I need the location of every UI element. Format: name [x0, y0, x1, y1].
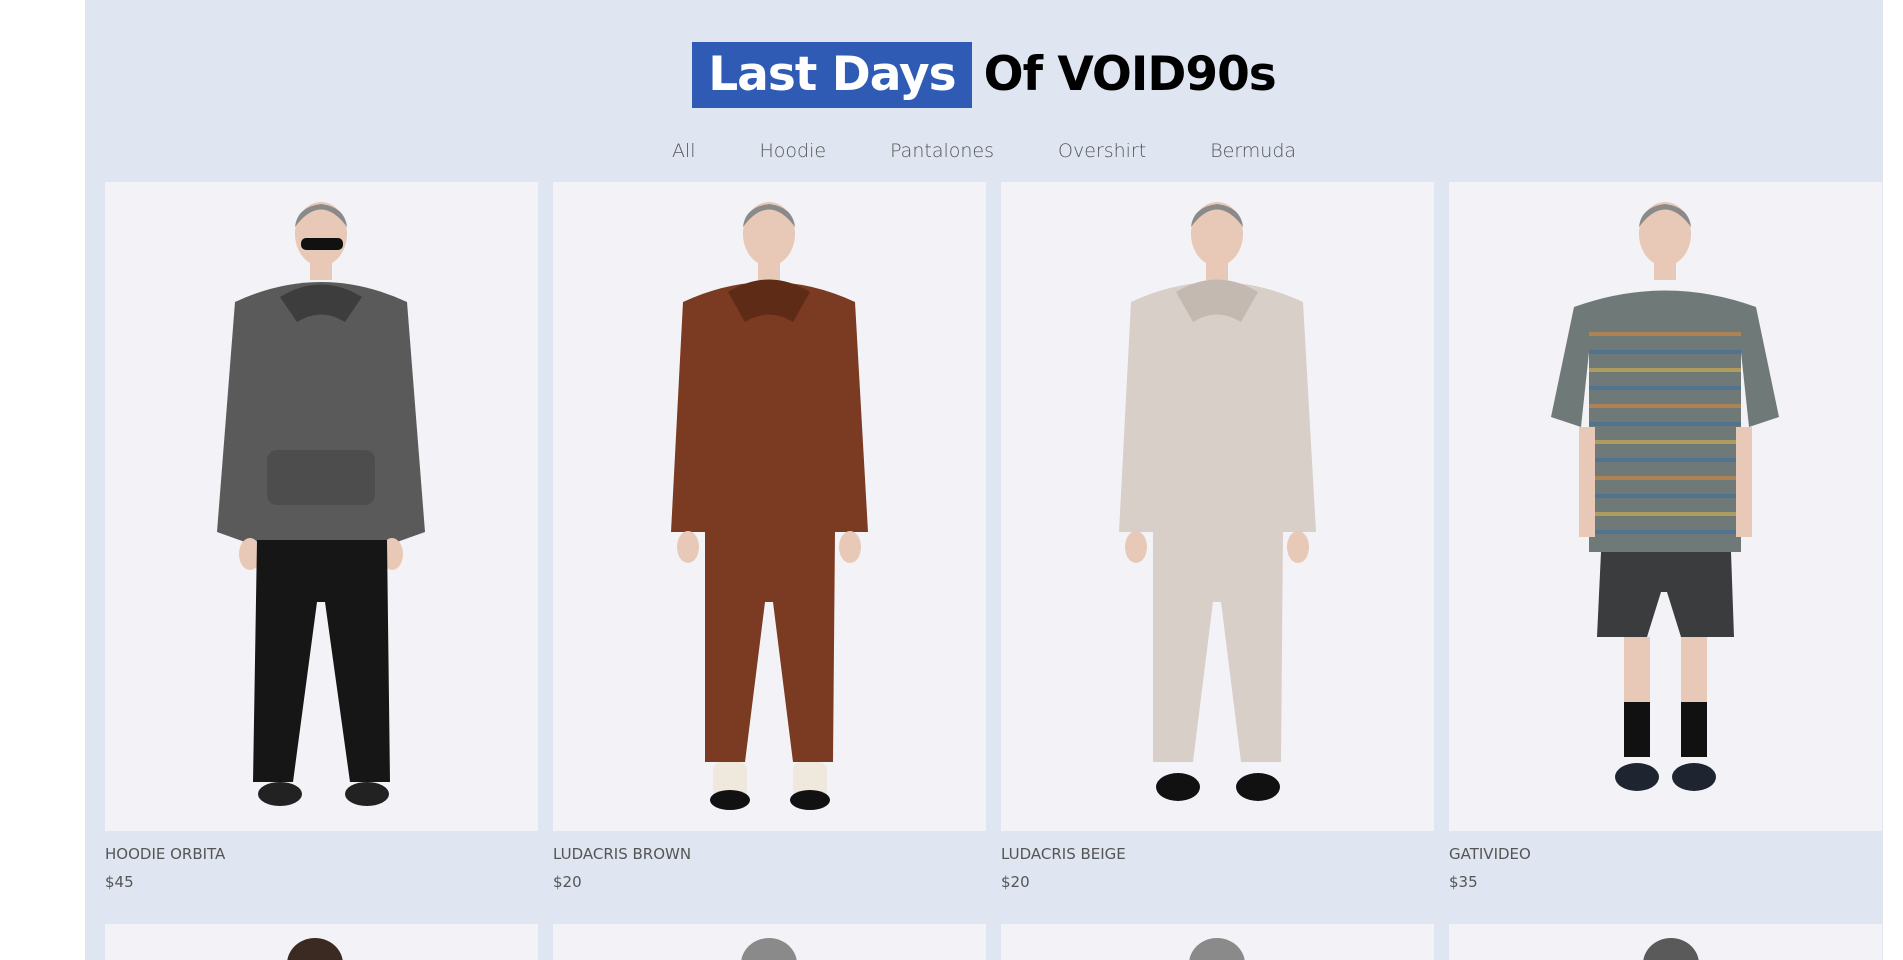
product-image[interactable]	[553, 182, 986, 831]
product-price: $35	[1449, 873, 1478, 891]
heading-highlight: Last Days	[692, 42, 972, 108]
product-price: $45	[105, 873, 134, 891]
product-card[interactable]: LUDACRIS BEIGE $20	[1001, 182, 1434, 891]
product-image[interactable]	[1449, 924, 1882, 960]
product-card[interactable]: GATIVIDEO $35	[1449, 182, 1882, 891]
right-margin	[1883, 0, 1903, 960]
product-image[interactable]	[105, 182, 538, 831]
product-image[interactable]	[1449, 182, 1882, 831]
product-card[interactable]	[105, 924, 538, 960]
filter-pantalones[interactable]: Pantalones	[890, 140, 994, 162]
left-margin	[0, 0, 85, 960]
filter-overshirt[interactable]: Overshirt	[1058, 140, 1146, 162]
section-heading: Last Days Of VOID90s	[85, 40, 1883, 110]
filter-hoodie[interactable]: Hoodie	[760, 140, 827, 162]
category-filters: All Hoodie Pantalones Overshirt Bermuda	[85, 135, 1883, 167]
product-card[interactable]: LUDACRIS BROWN $20	[553, 182, 986, 891]
product-image[interactable]	[553, 924, 986, 960]
product-name[interactable]: LUDACRIS BEIGE	[1001, 845, 1434, 863]
product-image[interactable]	[105, 924, 538, 960]
product-name[interactable]: LUDACRIS BROWN	[553, 845, 986, 863]
product-card[interactable]	[1449, 924, 1882, 960]
product-card[interactable]: HOODIE ORBITA $45	[105, 182, 538, 891]
product-price: $20	[1001, 873, 1030, 891]
product-price: $20	[553, 873, 582, 891]
heading-rest: Of VOID90s	[983, 47, 1277, 102]
catalog-section: Last Days Of VOID90s All Hoodie Pantalon…	[85, 0, 1883, 960]
product-card[interactable]	[1001, 924, 1434, 960]
product-name[interactable]: GATIVIDEO	[1449, 845, 1882, 863]
product-name[interactable]: HOODIE ORBITA	[105, 845, 538, 863]
product-card[interactable]	[553, 924, 986, 960]
product-image[interactable]	[1001, 182, 1434, 831]
product-image[interactable]	[1001, 924, 1434, 960]
filter-all[interactable]: All	[672, 140, 696, 162]
filter-bermuda[interactable]: Bermuda	[1210, 140, 1296, 162]
